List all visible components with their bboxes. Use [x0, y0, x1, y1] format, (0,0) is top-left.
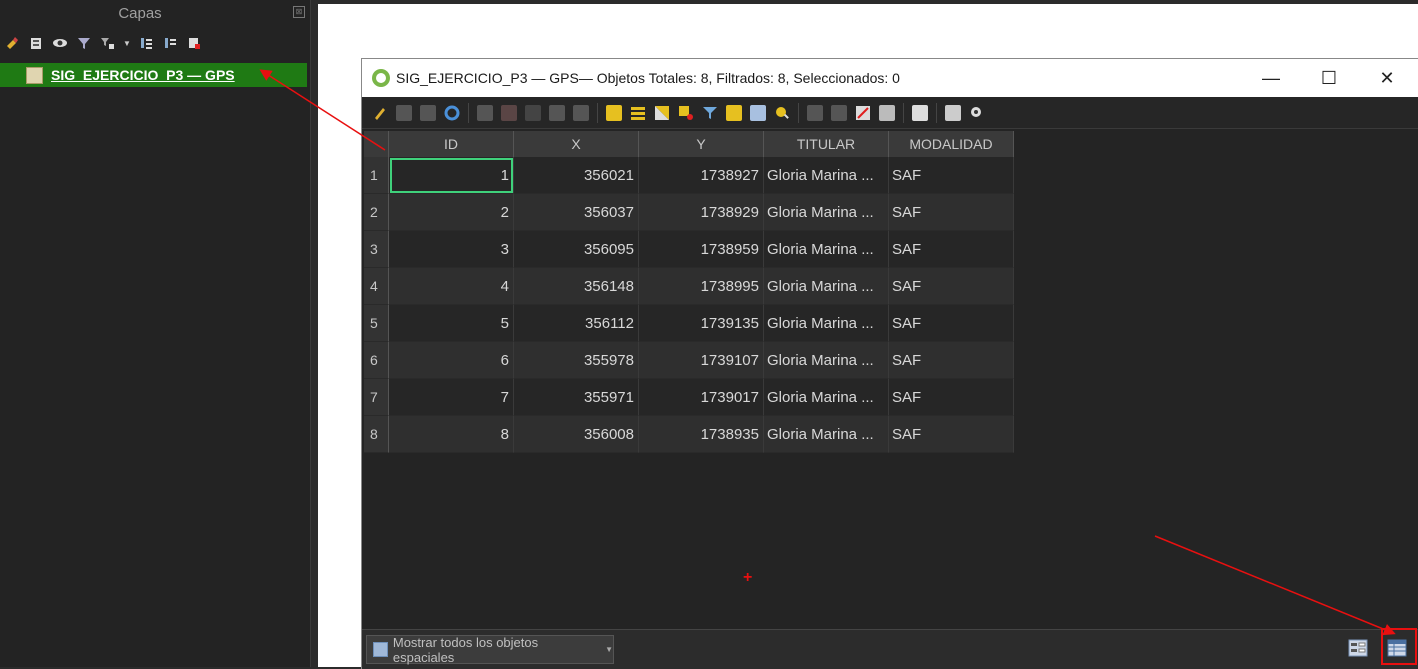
annotation-arrow-layer: [259, 69, 386, 151]
annotation-arrow-table-view: [1154, 535, 1396, 636]
annotation-arrows: [259, 69, 1396, 636]
